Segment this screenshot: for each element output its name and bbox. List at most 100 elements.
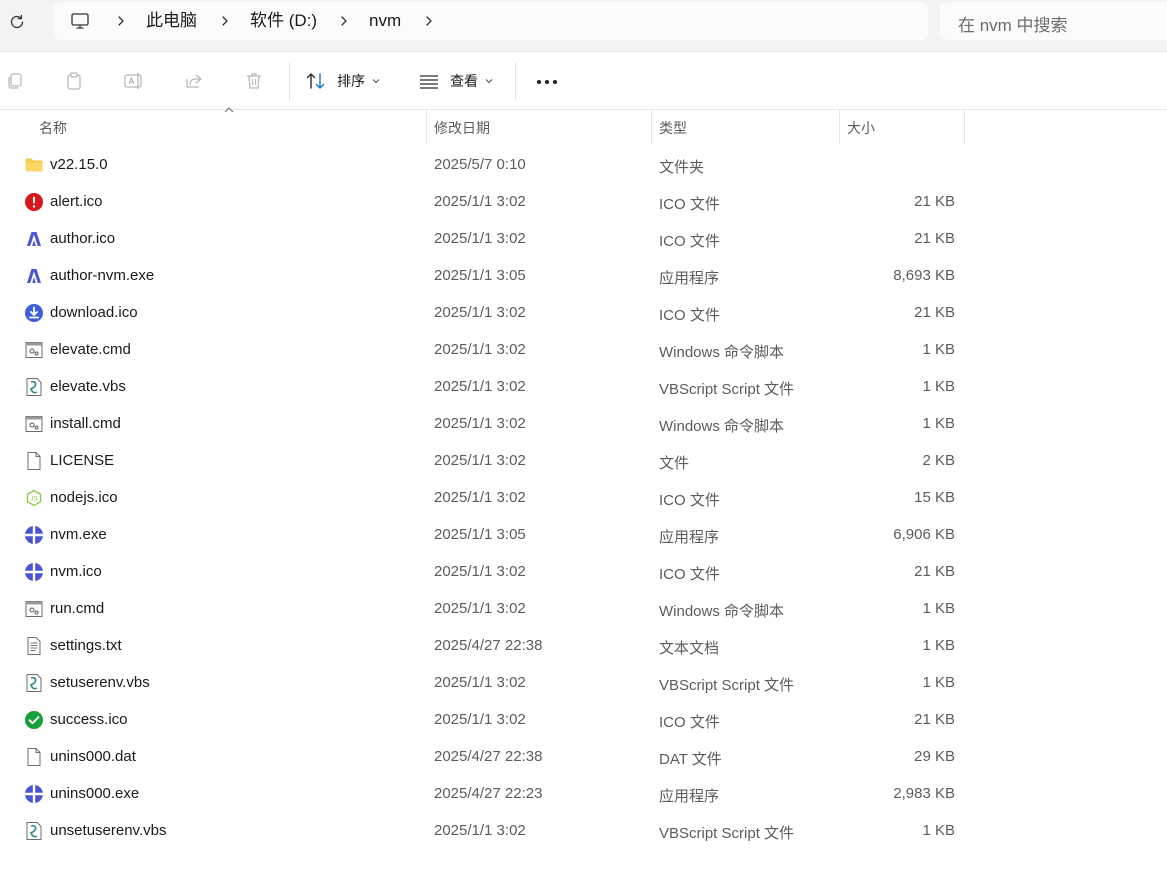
file-row[interactable]: JS nodejs.ico 2025/1/1 3:02 ICO 文件 15 KB (0, 480, 970, 517)
file-size: 21 KB (914, 230, 955, 247)
file-size: 1 KB (922, 600, 955, 617)
file-size: 15 KB (914, 489, 955, 506)
sort-icon (306, 73, 325, 89)
column-header-size[interactable]: 大小 (840, 110, 964, 144)
file-type: ICO 文件 (659, 492, 720, 509)
file-modified: 2025/1/1 3:02 (434, 452, 526, 469)
file-type: VBScript Script 文件 (659, 677, 795, 694)
folder-icon (24, 155, 44, 175)
file-name: nvm.ico (50, 563, 102, 580)
svg-text:JS: JS (30, 497, 37, 503)
file-row[interactable]: v22.15.0 2025/5/7 0:10 文件夹 (0, 147, 970, 184)
success-icon (24, 710, 44, 730)
file-row[interactable]: nvm.ico 2025/1/1 3:02 ICO 文件 21 KB (0, 554, 970, 591)
file-row[interactable]: LICENSE 2025/1/1 3:02 文件 2 KB (0, 443, 970, 480)
chevron-right-icon[interactable] (218, 14, 232, 28)
file-row[interactable]: settings.txt 2025/4/27 22:38 文本文档 1 KB (0, 628, 970, 665)
cmd-icon (24, 414, 44, 434)
file-row[interactable]: unins000.exe 2025/4/27 22:23 应用程序 2,983 KB (0, 776, 970, 813)
file-name: v22.15.0 (50, 156, 108, 173)
nvm-icon (24, 562, 44, 582)
file-type: VBScript Script 文件 (659, 381, 795, 398)
address-bar-row: 此电脑 软件 (D:) nvm 在 nvm 中搜索 (0, 0, 1167, 52)
file-row[interactable]: author-nvm.exe 2025/1/1 3:05 应用程序 8,693 KB (0, 258, 970, 295)
alert-icon (24, 192, 44, 212)
author-icon (24, 266, 44, 286)
author-icon (24, 229, 44, 249)
file-size: 1 KB (922, 822, 955, 839)
file-size: 21 KB (914, 193, 955, 210)
file-row[interactable]: elevate.cmd 2025/1/1 3:02 Windows 命令脚本 1 KB (0, 332, 970, 369)
nvm-icon (24, 784, 44, 804)
file-size: 29 KB (914, 748, 955, 765)
column-header-type[interactable]: 类型 (652, 110, 839, 144)
file-row[interactable]: setuserenv.vbs 2025/1/1 3:02 VBScript Scri… (0, 665, 970, 702)
search-input[interactable]: 在 nvm 中搜索 (940, 2, 1167, 40)
file-name: setuserenv.vbs (50, 674, 150, 691)
file-size: 1 KB (922, 674, 955, 691)
chevron-right-icon[interactable] (114, 14, 128, 28)
file-name: unins000.dat (50, 748, 136, 765)
view-button[interactable]: 查看 (418, 66, 494, 96)
file-size: 1 KB (922, 341, 955, 358)
file-modified: 2025/1/1 3:02 (434, 378, 526, 395)
file-row[interactable]: run.cmd 2025/1/1 3:02 Windows 命令脚本 1 KB (0, 591, 970, 628)
file-row[interactable]: success.ico 2025/1/1 3:02 ICO 文件 21 KB (0, 702, 970, 739)
file-name: unins000.exe (50, 785, 140, 802)
column-header-modified[interactable]: 修改日期 (427, 110, 651, 144)
nodejs-icon: JS (24, 488, 44, 508)
file-row[interactable]: download.ico 2025/1/1 3:02 ICO 文件 21 KB (0, 295, 970, 332)
view-icon (420, 75, 438, 89)
sort-button[interactable]: 排序 (305, 66, 381, 96)
column-divider[interactable] (964, 110, 965, 144)
file-name: nvm.exe (50, 526, 107, 543)
file-row[interactable]: nvm.exe 2025/1/1 3:05 应用程序 6,906 KB (0, 517, 970, 554)
file-row[interactable]: unsetuserenv.vbs 2025/1/1 3:02 VBScript Sc… (0, 813, 970, 850)
file-name: run.cmd (50, 600, 105, 617)
file-type: ICO 文件 (659, 714, 720, 731)
nvm-icon (24, 525, 44, 545)
chevron-right-icon[interactable] (337, 14, 351, 28)
rename-icon[interactable] (120, 67, 148, 95)
breadcrumb-drive-d[interactable]: 软件 (D:) (250, 10, 317, 32)
file-type: 应用程序 (659, 529, 720, 546)
toolbar-separator (289, 62, 290, 100)
file-row[interactable]: alert.ico 2025/1/1 3:02 ICO 文件 21 KB (0, 184, 970, 221)
file-row[interactable]: unins000.dat 2025/4/27 22:38 DAT 文件 29 KB (0, 739, 970, 776)
file-row[interactable]: elevate.vbs 2025/1/1 3:02 VBScript Script … (0, 369, 970, 406)
file-size: 21 KB (914, 711, 955, 728)
toolbar-separator (515, 62, 516, 100)
file-type: Windows 命令脚本 (659, 418, 785, 435)
share-icon[interactable] (180, 67, 208, 95)
file-row[interactable]: author.ico 2025/1/1 3:02 ICO 文件 21 KB (0, 221, 970, 258)
chevron-right-icon[interactable] (422, 14, 436, 28)
address-breadcrumb[interactable]: 此电脑 软件 (D:) nvm (54, 2, 928, 40)
search-placeholder: 在 nvm 中搜索 (958, 16, 1068, 35)
download-icon (24, 303, 44, 323)
file-type: 应用程序 (659, 788, 720, 805)
file-type: 文本文档 (659, 640, 720, 657)
file-type: ICO 文件 (659, 196, 720, 213)
file-type: VBScript Script 文件 (659, 825, 795, 842)
file-icon (24, 747, 44, 767)
delete-icon[interactable] (240, 67, 268, 95)
chevron-down-icon (372, 79, 380, 84)
refresh-icon[interactable] (5, 10, 29, 34)
copy-icon[interactable] (1, 67, 29, 95)
file-modified: 2025/1/1 3:02 (434, 711, 526, 728)
text-icon (24, 636, 44, 656)
file-modified: 2025/1/1 3:02 (434, 304, 526, 321)
column-header-name[interactable]: 名称 (0, 110, 426, 144)
file-name: download.ico (50, 304, 138, 321)
command-bar: 排序 查看 (0, 52, 1167, 110)
vbs-icon (24, 821, 44, 841)
file-modified: 2025/5/7 0:10 (434, 156, 526, 173)
paste-icon[interactable] (60, 67, 88, 95)
file-modified: 2025/1/1 3:02 (434, 563, 526, 580)
this-pc-icon[interactable] (70, 11, 90, 36)
breadcrumb-nvm[interactable]: nvm (369, 10, 401, 32)
breadcrumb-this-pc[interactable]: 此电脑 (146, 10, 197, 32)
file-name: author.ico (50, 230, 116, 247)
file-row[interactable]: install.cmd 2025/1/1 3:02 Windows 命令脚本 1 KB (0, 406, 970, 443)
more-options-icon[interactable] (532, 72, 562, 92)
